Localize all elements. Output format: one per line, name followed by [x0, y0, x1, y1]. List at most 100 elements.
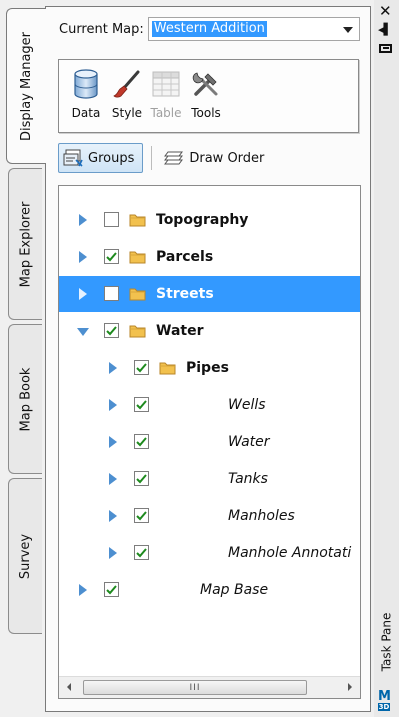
layer-name: Parcels	[156, 249, 214, 265]
tab-display-manager-label: Display Manager	[19, 31, 35, 141]
auto-hide-icon[interactable]: ◂▌	[378, 24, 392, 36]
layer-visibility-checkbox[interactable]	[104, 212, 119, 227]
expand-arrow-icon[interactable]	[109, 399, 117, 411]
scroll-left-icon[interactable]	[67, 683, 71, 691]
layer-visibility-checkbox[interactable]	[134, 434, 149, 449]
layer-name: Water	[228, 434, 270, 450]
table-button[interactable]: Table	[145, 68, 187, 128]
scrollbar-grip: III	[189, 682, 201, 693]
tools-hammer-wrench-icon	[190, 68, 222, 100]
task-pane-title: Task Pane	[375, 604, 397, 680]
view-mode-toolbar: Groups Draw Order	[58, 143, 272, 173]
data-button[interactable]: Data	[65, 68, 107, 128]
expand-arrow-icon[interactable]	[79, 251, 87, 263]
tree-row[interactable]: Water	[59, 424, 360, 460]
scroll-right-icon[interactable]	[348, 683, 352, 691]
groups-button-label: Groups	[88, 150, 135, 166]
tab-survey[interactable]: Survey	[8, 478, 42, 634]
layer-name: Tanks	[228, 471, 268, 487]
paintbrush-icon	[111, 68, 143, 100]
layer-visibility-checkbox[interactable]	[104, 582, 119, 597]
layer-visibility-checkbox[interactable]	[134, 397, 149, 412]
tab-survey-label: Survey	[18, 533, 34, 579]
groups-icon	[63, 149, 83, 167]
folder-icon	[129, 287, 146, 301]
expand-arrow-icon[interactable]	[109, 510, 117, 522]
tab-map-book[interactable]: Map Book	[8, 324, 42, 474]
layer-tree: Topography Parcels Streets Water Pipes Wells W…	[58, 185, 361, 699]
layer-visibility-checkbox[interactable]	[134, 508, 149, 523]
layer-visibility-checkbox[interactable]	[104, 286, 119, 301]
current-map-value: Western Addition	[151, 21, 267, 37]
draw-order-button[interactable]: Draw Order	[160, 143, 272, 173]
folder-icon	[129, 213, 146, 227]
layer-name: Water	[156, 323, 204, 339]
tree-row[interactable]: Wells	[59, 387, 360, 423]
style-button[interactable]: Style	[106, 68, 148, 128]
chevron-down-icon[interactable]	[342, 27, 353, 33]
layer-name: Manholes	[228, 508, 295, 524]
tree-row[interactable]: Topography	[59, 202, 360, 238]
data-cylinder-icon	[70, 68, 102, 100]
table-button-label: Table	[150, 106, 182, 120]
horizontal-scrollbar[interactable]: III	[59, 676, 360, 698]
tab-map-explorer-label: Map Explorer	[18, 201, 34, 287]
logo-letter: M	[378, 689, 391, 704]
current-map-label: Current Map:	[59, 21, 144, 37]
draw-order-button-label: Draw Order	[189, 150, 265, 166]
task-ribbon: Data Style Table Tools	[58, 59, 359, 133]
layer-name: Topography	[156, 212, 249, 228]
layer-visibility-checkbox[interactable]	[134, 545, 149, 560]
tab-map-book-label: Map Book	[18, 367, 34, 431]
groups-button[interactable]: Groups	[58, 143, 144, 173]
current-map-dropdown[interactable]: Western Addition	[147, 17, 360, 41]
layer-name: Map Base	[200, 582, 269, 598]
scrollbar-thumb[interactable]: III	[83, 680, 307, 695]
display-manager-panel: Current Map: Western Addition Data Style…	[45, 6, 371, 712]
layer-name: Pipes	[186, 360, 229, 376]
tree-row[interactable]: Pipes	[59, 350, 360, 386]
folder-icon	[129, 324, 146, 338]
tree-row[interactable]: Streets	[59, 276, 360, 312]
draw-order-icon	[164, 151, 184, 165]
logo-sub: 3D	[378, 703, 390, 711]
layer-name: Streets	[156, 286, 214, 302]
tab-display-manager[interactable]: Display Manager	[6, 8, 46, 164]
expand-arrow-icon[interactable]	[79, 214, 87, 226]
expand-arrow-icon[interactable]	[109, 547, 117, 559]
close-icon[interactable]: ✕	[379, 4, 392, 19]
layer-name: Manhole Annotati	[228, 545, 352, 561]
task-pane-strip: ✕ ◂▌ Task Pane M 3D	[374, 0, 399, 717]
tree-row[interactable]: Manholes	[59, 498, 360, 534]
style-button-label: Style	[111, 106, 143, 120]
layer-visibility-checkbox[interactable]	[104, 323, 119, 338]
data-button-label: Data	[71, 106, 101, 120]
tools-button-label: Tools	[191, 106, 221, 120]
autocad-map-logo-icon[interactable]: M 3D	[378, 689, 396, 711]
expand-arrow-icon[interactable]	[109, 436, 117, 448]
folder-icon	[159, 361, 176, 375]
expand-arrow-icon[interactable]	[79, 288, 87, 300]
display-manager-window: Display Manager Map Explorer Map Book Su…	[0, 0, 399, 717]
tree-row[interactable]: Manhole Annotati	[59, 535, 360, 571]
tree-row[interactable]: Tanks	[59, 461, 360, 497]
table-grid-icon	[150, 68, 182, 100]
tools-button[interactable]: Tools	[185, 68, 227, 128]
tree-row[interactable]: Water	[59, 313, 360, 349]
tree-row[interactable]: Map Base	[59, 572, 360, 608]
collapse-arrow-icon[interactable]	[77, 328, 89, 336]
toolbar-divider	[151, 146, 153, 170]
tree-row[interactable]: Parcels	[59, 239, 360, 275]
layer-visibility-checkbox[interactable]	[134, 471, 149, 486]
layer-visibility-checkbox[interactable]	[134, 360, 149, 375]
layer-visibility-checkbox[interactable]	[104, 249, 119, 264]
expand-arrow-icon[interactable]	[109, 473, 117, 485]
layer-name: Wells	[228, 397, 266, 413]
current-map-row: Current Map: Western Addition	[59, 17, 360, 41]
expand-arrow-icon[interactable]	[109, 362, 117, 374]
task-pane-label: Task Pane	[379, 612, 394, 672]
tab-map-explorer[interactable]: Map Explorer	[8, 168, 42, 320]
expand-arrow-icon[interactable]	[79, 584, 87, 596]
properties-icon[interactable]	[379, 44, 392, 53]
folder-icon	[129, 250, 146, 264]
